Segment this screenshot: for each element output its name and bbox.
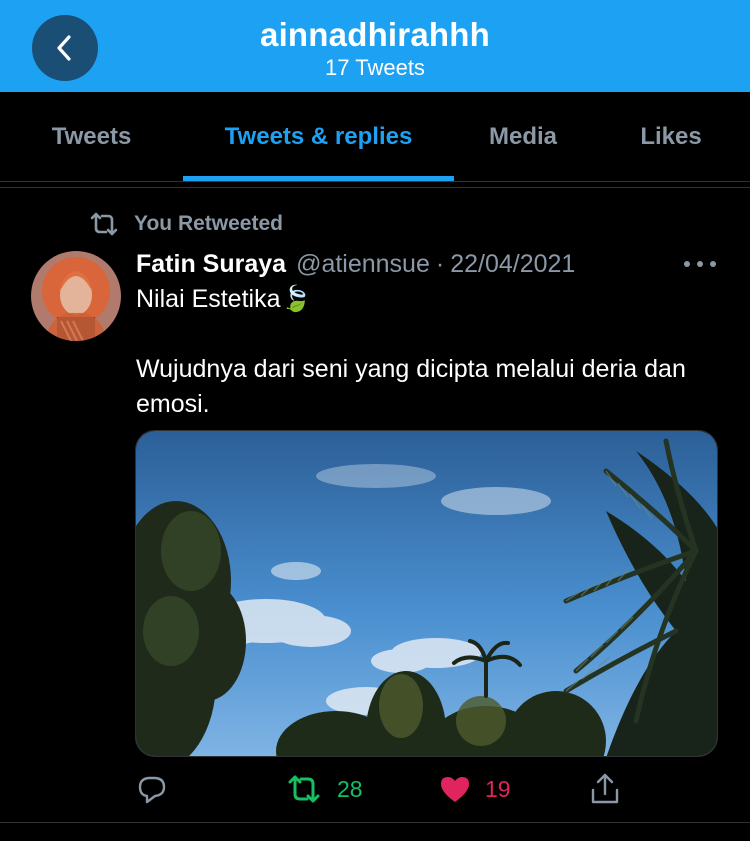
heart-icon <box>441 777 469 802</box>
header-separator: · <box>435 249 445 278</box>
retweet-count: 28 <box>337 775 363 802</box>
profile-name-title: ainnadhirahhh <box>260 16 490 53</box>
retweet-context: You Retweeted <box>88 210 283 238</box>
tweet-text: Nilai Estetika🍃 Wujudnya dari seni yang … <box>136 282 716 422</box>
top-header: ainnadhirahhh 17 Tweets <box>0 0 750 92</box>
tweet-date[interactable]: 22/04/2021 <box>450 250 575 279</box>
profile-tabs: Tweets Tweets & replies Media Likes <box>0 92 750 182</box>
retweet-icon <box>90 212 118 236</box>
author-name[interactable]: Fatin Suraya <box>136 250 286 279</box>
avatar[interactable] <box>31 251 121 341</box>
like-button[interactable]: 19 <box>439 768 511 810</box>
author-handle[interactable]: @atiennsue <box>296 250 430 279</box>
tweet-media-image[interactable] <box>135 430 718 757</box>
retweet-button[interactable]: 28 <box>285 768 363 810</box>
active-tab-indicator <box>183 176 454 181</box>
tweet-count: 17 Tweets <box>325 55 425 80</box>
reply-icon <box>138 776 166 804</box>
tweet-header: Fatin Suraya @atiennsue · 22/04/2021 <box>136 248 575 280</box>
reply-button[interactable] <box>136 768 182 810</box>
retweet-icon <box>288 775 320 803</box>
tab-tweets-and-replies[interactable]: Tweets & replies <box>183 92 454 182</box>
tweet-actions: 28 19 <box>0 768 750 810</box>
share-icon <box>591 773 619 804</box>
more-options-icon[interactable] <box>684 254 716 274</box>
retweet-context-label: You Retweeted <box>134 212 283 235</box>
tab-media[interactable]: Media <box>454 92 592 182</box>
divider <box>0 187 750 188</box>
tweet-text-line: Nilai Estetika🍃 <box>136 285 312 313</box>
like-count: 19 <box>485 775 511 802</box>
tab-tweets[interactable]: Tweets <box>0 92 183 182</box>
tweet-text-line: Wujudnya dari seni yang dicipta melalui … <box>136 355 686 418</box>
divider <box>0 822 750 823</box>
share-button[interactable] <box>589 768 621 810</box>
tab-likes[interactable]: Likes <box>592 92 750 182</box>
